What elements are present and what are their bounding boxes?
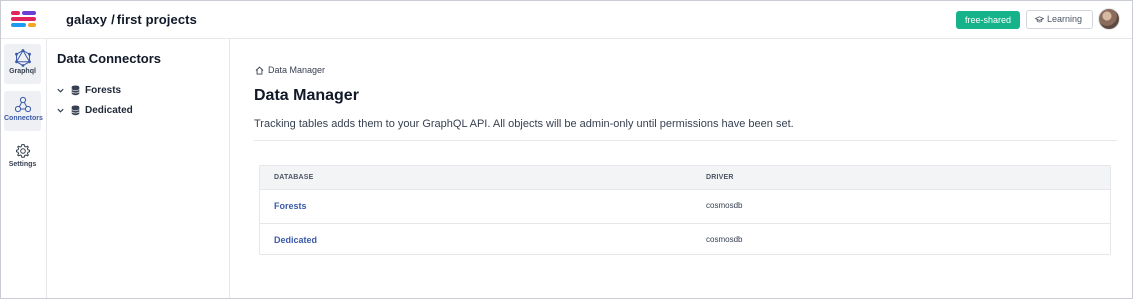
chevron-down-icon[interactable] <box>56 86 65 95</box>
databases-table: DATABASE DRIVER Forests cosmosdb Dedicat… <box>259 165 1111 255</box>
database-link-forests[interactable]: Forests <box>274 201 307 211</box>
tree-item-label: Dedicated <box>85 105 133 116</box>
learning-label: Learning <box>1047 14 1083 24</box>
database-link-dedicated[interactable]: Dedicated <box>274 235 317 245</box>
breadcrumb-current[interactable]: Data Manager <box>268 65 325 75</box>
top-bar: galaxy / first projects free-shared Learni… <box>1 1 1132 39</box>
rail-item-settings[interactable]: Settings <box>4 137 41 177</box>
page-title: Data Manager <box>254 87 359 104</box>
tree-item-label: Forests <box>85 85 122 96</box>
rail-label-graphql: Graphql <box>9 68 36 75</box>
driver-cell: cosmosdb <box>706 201 743 210</box>
column-header-database: DATABASE <box>274 174 314 181</box>
rail-label-connectors: Connectors <box>4 115 43 122</box>
column-header-driver: DRIVER <box>706 174 734 181</box>
user-avatar[interactable] <box>1098 8 1120 30</box>
database-icon <box>71 85 80 96</box>
driver-cell: cosmosdb <box>706 235 743 244</box>
home-icon[interactable] <box>255 66 264 75</box>
app-logo[interactable] <box>11 11 37 27</box>
project-name[interactable]: galaxy <box>66 12 107 27</box>
connectors-icon <box>14 96 31 113</box>
graphql-icon <box>14 49 31 67</box>
learning-button[interactable]: Learning <box>1026 10 1093 29</box>
database-icon <box>71 105 80 116</box>
data-connectors-sidebar: Data Connectors Forests Dedicated <box>47 39 230 298</box>
app-window: galaxy / first projects free-shared Learni… <box>0 0 1133 299</box>
chevron-down-icon[interactable] <box>56 106 65 115</box>
gear-icon <box>15 143 30 158</box>
left-rail: Graphql Connectors Settings <box>1 39 47 298</box>
page-description: Tracking tables adds them to your GraphQ… <box>254 118 794 130</box>
plan-badge-button[interactable]: free-shared <box>956 11 1020 29</box>
breadcrumb-separator: / <box>111 12 115 27</box>
rail-item-graphql[interactable]: Graphql <box>4 44 41 84</box>
table-header: DATABASE DRIVER <box>260 166 1110 190</box>
graduation-cap-icon <box>1035 16 1044 23</box>
table-row: Dedicated cosmosdb <box>260 223 1110 256</box>
table-row: Forests cosmosdb <box>260 190 1110 223</box>
project-breadcrumb: galaxy / first projects <box>66 12 197 27</box>
main-content: Data Manager Data Manager Tracking table… <box>231 39 1132 298</box>
divider <box>254 140 1117 141</box>
sidebar-title: Data Connectors <box>57 51 162 66</box>
rail-label-settings: Settings <box>8 161 37 168</box>
section-name[interactable]: first projects <box>117 12 197 27</box>
rail-item-connectors[interactable]: Connectors <box>4 91 43 131</box>
